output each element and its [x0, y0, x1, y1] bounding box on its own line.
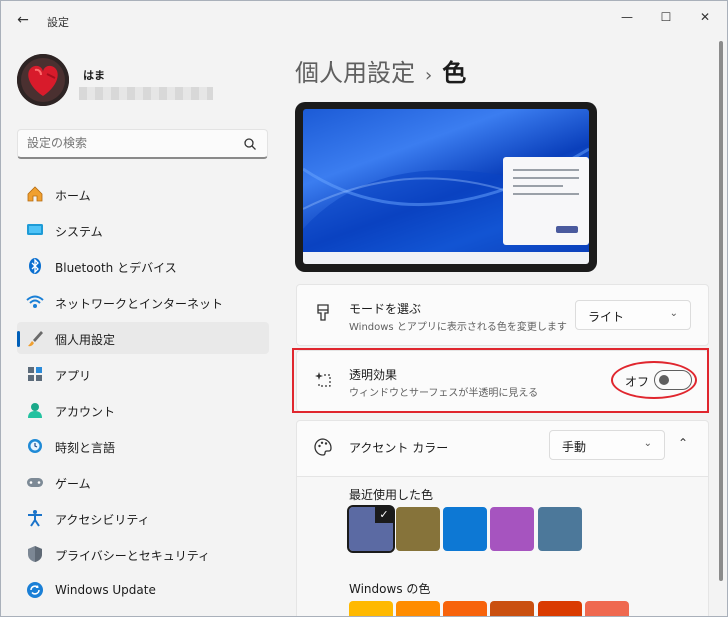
accent-title: アクセント カラー: [349, 441, 449, 455]
sidebar-item-personalization[interactable]: 個人用設定: [17, 322, 269, 354]
search-input[interactable]: [27, 136, 227, 150]
sidebar-item-label: アクセシビリティ: [55, 513, 150, 527]
profile-name: はま: [83, 69, 105, 82]
sidebar-item-label: アプリ: [55, 369, 92, 383]
windows-color-swatch-2[interactable]: [396, 601, 440, 616]
sidebar-item-network[interactable]: ネットワークとインターネット: [17, 286, 269, 318]
bluetooth-icon: [29, 258, 41, 274]
sidebar-item-label: 個人用設定: [55, 333, 116, 347]
chevron-down-icon: ⌄: [669, 308, 678, 319]
mode-card: モードを選ぶ Windows とアプリに表示される色を変更します ライト ⌄: [296, 284, 709, 346]
sidebar-nav: ホーム システム Bluetooth とデバイス ネットワークとインターネット: [17, 178, 269, 610]
preview-wallpaper: [303, 109, 589, 259]
back-button[interactable]: ←: [13, 10, 33, 30]
mode-title: モードを選ぶ: [349, 302, 422, 316]
windows-color-swatch-4[interactable]: [490, 601, 534, 616]
settings-window: ← 設定 — ☐ ✕ はま ホーム: [0, 0, 728, 617]
account-icon: [28, 403, 42, 418]
sidebar-item-apps[interactable]: アプリ: [17, 358, 269, 390]
sidebar-item-label: アカウント: [55, 405, 116, 419]
sidebar-item-accounts[interactable]: アカウント: [17, 394, 269, 426]
recent-color-swatch-4[interactable]: [490, 507, 534, 551]
shield-icon: [28, 546, 42, 562]
gaming-icon: [27, 478, 43, 487]
sidebar-item-label: Bluetooth とデバイス: [55, 261, 177, 275]
sidebar-item-label: ホーム: [55, 189, 91, 203]
maximize-button[interactable]: ☐: [651, 7, 681, 27]
preview-taskbar: [303, 252, 589, 264]
heart-avatar-image: [17, 54, 69, 106]
mode-value: ライト: [588, 310, 625, 324]
accent-color-panel: 最近使用した色 ✓ Windows の色: [297, 476, 708, 616]
sidebar-item-label: 時刻と言語: [55, 441, 116, 455]
sidebar-item-time-language[interactable]: 時刻と言語: [17, 430, 269, 462]
palette-icon: [314, 438, 332, 456]
sidebar-item-gaming[interactable]: ゲーム: [17, 466, 269, 498]
brush-icon: [28, 331, 43, 347]
minimize-button[interactable]: —: [612, 7, 642, 27]
sidebar-item-privacy[interactable]: プライバシーとセキュリティ: [17, 538, 269, 570]
breadcrumb-parent[interactable]: 個人用設定: [295, 59, 415, 87]
sidebar-item-bluetooth[interactable]: Bluetooth とデバイス: [17, 250, 269, 282]
home-icon: [27, 186, 43, 202]
annotation-highlight-ellipse: [611, 361, 697, 399]
theme-preview: [295, 102, 597, 272]
sidebar-item-label: ゲーム: [55, 477, 91, 491]
windows-color-swatch-1[interactable]: [349, 601, 393, 616]
sidebar-item-home[interactable]: ホーム: [17, 178, 269, 210]
breadcrumb: 個人用設定 › 色: [295, 53, 466, 88]
brush-icon: [317, 304, 329, 321]
windows-color-swatch-6[interactable]: [585, 601, 629, 616]
recent-color-swatch-5[interactable]: [538, 507, 582, 551]
accessibility-icon: [28, 510, 42, 527]
chevron-down-icon: ⌄: [643, 438, 652, 449]
recent-colors-label: 最近使用した色: [349, 488, 434, 502]
breadcrumb-separator: ›: [425, 65, 433, 86]
recent-color-swatch-3[interactable]: [443, 507, 487, 551]
sidebar-item-label: ネットワークとインターネット: [55, 297, 224, 311]
sidebar-item-label: システム: [55, 225, 103, 239]
mode-description: Windows とアプリに表示される色を変更します: [349, 322, 567, 333]
sidebar-item-system[interactable]: システム: [17, 214, 269, 246]
sidebar-item-label: プライバシーとセキュリティ: [55, 549, 211, 563]
apps-icon: [28, 367, 42, 381]
recent-color-swatch-1[interactable]: ✓: [347, 505, 395, 553]
search-box[interactable]: [17, 129, 268, 159]
page-title: 色: [442, 59, 467, 87]
system-icon: [27, 224, 43, 235]
mode-dropdown[interactable]: ライト ⌄: [575, 300, 691, 330]
windows-colors-label: Windows の色: [349, 582, 431, 596]
collapse-chevron-up-icon[interactable]: ⌃: [673, 433, 693, 453]
recent-color-swatch-2[interactable]: [396, 507, 440, 551]
network-icon: [26, 295, 44, 308]
close-button[interactable]: ✕: [690, 7, 720, 27]
windows-color-swatch-3[interactable]: [443, 601, 487, 616]
avatar[interactable]: [17, 54, 69, 106]
preview-window: [503, 157, 589, 245]
sidebar-item-accessibility[interactable]: アクセシビリティ: [17, 502, 269, 534]
accent-dropdown[interactable]: 手動 ⌄: [549, 430, 665, 460]
time-language-icon: [28, 439, 42, 453]
update-icon: [27, 582, 43, 598]
sidebar-item-windows-update[interactable]: Windows Update: [17, 574, 269, 606]
window-title: 設定: [47, 16, 69, 29]
accent-color-card: アクセント カラー 手動 ⌄ 最近使用した色 ✓ Windows の色: [296, 420, 709, 616]
checkmark-icon: ✓: [375, 507, 393, 523]
scrollbar[interactable]: [719, 41, 723, 581]
profile-email-redacted: [79, 87, 213, 100]
accent-value: 手動: [562, 440, 587, 454]
search-icon[interactable]: [243, 137, 257, 151]
sidebar-item-label: Windows Update: [55, 583, 156, 597]
windows-color-swatch-5[interactable]: [538, 601, 582, 616]
title-bar: ← 設定 — ☐ ✕: [1, 1, 727, 39]
